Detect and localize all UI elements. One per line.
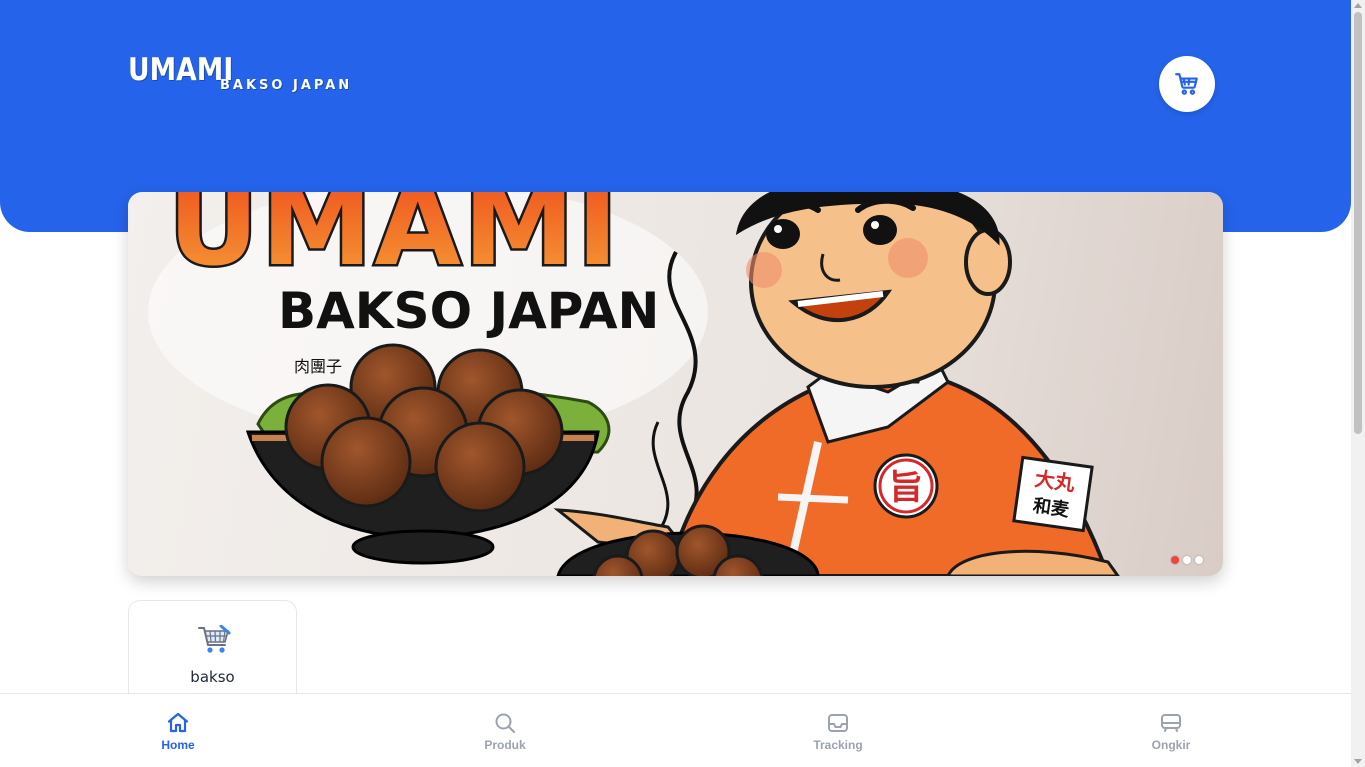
carousel-dot-1[interactable] xyxy=(1171,556,1179,564)
nav-home[interactable]: Home xyxy=(118,694,238,767)
search-icon xyxy=(495,713,515,733)
brand-title: UMAMI xyxy=(128,52,234,88)
category-label: bakso xyxy=(190,668,235,686)
brand-logo[interactable]: UMAMI BAKSO JAPAN xyxy=(128,52,349,93)
page: UMAMI BAKSO JAPAN UMAMI BAKSO JAPAN 肉團子 … xyxy=(0,0,1365,767)
nav-produk-label: Produk xyxy=(484,738,526,752)
carousel-dots xyxy=(1171,556,1203,564)
cart-icon xyxy=(1175,73,1198,95)
banner-subline: BAKSO JAPAN xyxy=(278,282,659,340)
carousel-dot-2[interactable] xyxy=(1183,556,1191,564)
nav-produk[interactable]: Produk xyxy=(445,694,565,767)
scrollbar-thumb[interactable] xyxy=(1354,12,1362,434)
brand-subtitle: BAKSO JAPAN xyxy=(220,78,353,93)
hero-banner[interactable]: UMAMI BAKSO JAPAN 肉團子 旨 大丸 和麦 xyxy=(128,192,1223,576)
chef-character: 旨 大丸 和麦 xyxy=(665,192,1111,576)
scroll-up-arrow[interactable] xyxy=(1354,3,1362,8)
chef-badge-text: 旨 xyxy=(889,468,923,508)
carousel-dot-3[interactable] xyxy=(1195,556,1203,564)
nav-tracking[interactable]: Tracking xyxy=(778,694,898,767)
inbox-icon xyxy=(828,714,848,732)
nav-tracking-label: Tracking xyxy=(813,738,863,752)
banner-jp-text: 肉團子 xyxy=(294,357,342,376)
nav-home-label: Home xyxy=(161,738,195,752)
nav-ongkir[interactable]: Ongkir xyxy=(1111,694,1231,767)
truck-icon xyxy=(1161,714,1181,732)
vertical-scrollbar[interactable] xyxy=(1351,0,1365,767)
home-icon xyxy=(167,712,189,733)
nav-ongkir-label: Ongkir xyxy=(1151,738,1191,752)
banner-headline: UMAMI xyxy=(168,192,620,291)
cart-button[interactable] xyxy=(1159,56,1215,112)
scroll-down-arrow[interactable] xyxy=(1354,759,1362,764)
bottom-navigation: Home Produk Tracking Ongkir xyxy=(0,693,1351,767)
shopping-cart-icon xyxy=(198,625,231,653)
banner-illustration: UMAMI BAKSO JAPAN 肉團子 旨 大丸 和麦 xyxy=(148,192,1120,576)
